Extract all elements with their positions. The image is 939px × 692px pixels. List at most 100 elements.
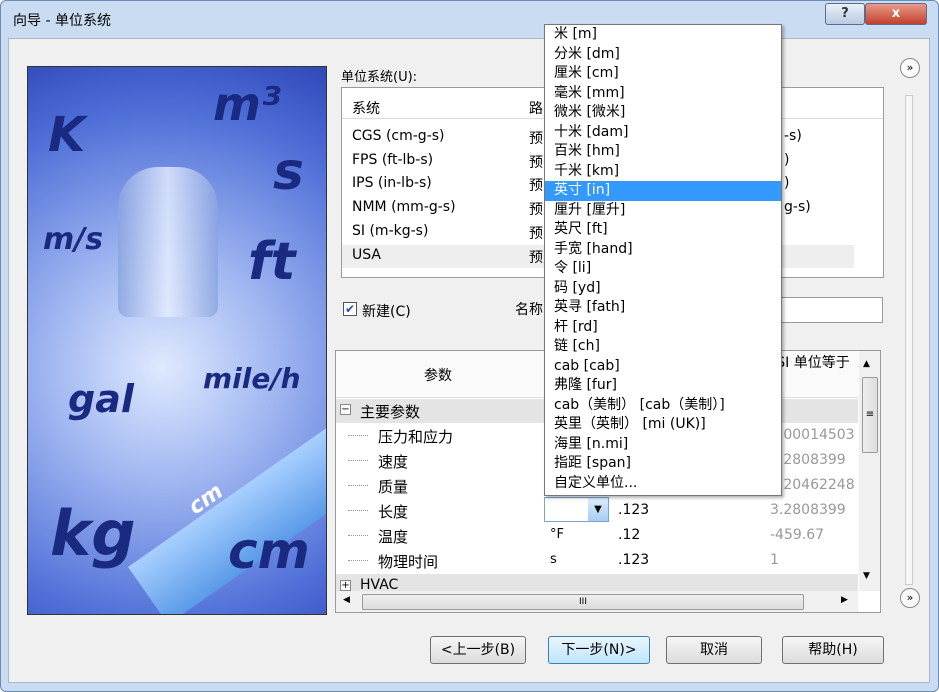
- pic-label: cm: [228, 522, 310, 580]
- pic-label: kg: [50, 497, 136, 570]
- param-name: 压力和应力: [378, 428, 454, 446]
- param-decimals[interactable]: .123: [618, 552, 649, 568]
- unit-dropdown-list[interactable]: 米 [m] 分米 [dm] 厘米 [cm] 毫米 [mm] 微米 [微米] 十米 [dam…: [544, 24, 782, 496]
- system-desc: -s): [784, 128, 802, 144]
- ruler-shape: [128, 417, 326, 614]
- dropdown-option[interactable]: 米 [m]: [545, 25, 781, 45]
- dropdown-option[interactable]: 令 [li]: [545, 259, 781, 279]
- pic-label: ft: [248, 232, 296, 292]
- param-name: 长度: [378, 503, 409, 521]
- param-si-value: -459.67: [770, 527, 825, 543]
- param-name: 速度: [378, 453, 409, 471]
- system-path: 预: [529, 178, 543, 195]
- pic-label: m/s: [43, 222, 104, 257]
- new-checkbox[interactable]: ✔: [343, 302, 357, 316]
- dropdown-option[interactable]: 弗隆 [fur]: [545, 376, 781, 396]
- system-desc: ): [784, 175, 790, 192]
- help-button[interactable]: 帮助(H): [782, 636, 884, 664]
- scroll-left-icon[interactable]: ◀: [343, 595, 350, 605]
- expand-panel-icon[interactable]: »: [900, 588, 920, 608]
- back-button[interactable]: <上一步(B): [430, 636, 526, 664]
- close-icon[interactable]: x: [865, 3, 927, 25]
- dropdown-option[interactable]: 分米 [dm]: [545, 45, 781, 65]
- dropdown-option[interactable]: 厘升 [厘升]: [545, 201, 781, 221]
- dropdown-option[interactable]: 百米 [hm]: [545, 142, 781, 162]
- name-label: 名称: [515, 302, 543, 318]
- pic-label: gal: [68, 377, 134, 421]
- dropdown-option[interactable]: 英寸 [in]: [545, 181, 781, 201]
- system-path: 预: [529, 225, 543, 242]
- tree-line: [348, 485, 368, 486]
- dropdown-option[interactable]: 英寻 [fath]: [545, 298, 781, 318]
- dropdown-option[interactable]: cab（美制） [cab（美制）]: [545, 396, 781, 416]
- scroll-down-icon[interactable]: ▼: [863, 571, 870, 581]
- scroll-thumb[interactable]: ≡: [862, 377, 878, 453]
- param-decimals[interactable]: .12: [618, 527, 640, 543]
- pic-label: K: [48, 107, 86, 163]
- unit-combobox[interactable]: ▼: [544, 497, 609, 522]
- expand-panel-icon[interactable]: »: [900, 58, 920, 78]
- dropdown-option[interactable]: 千米 [km]: [545, 162, 781, 182]
- system-path: 预: [529, 131, 543, 147]
- dropdown-option[interactable]: 十米 [dam]: [545, 123, 781, 143]
- dropdown-option[interactable]: 指距 [span]: [545, 454, 781, 474]
- column-header-system[interactable]: 系统: [352, 98, 380, 118]
- dropdown-option[interactable]: 手宽 [hand]: [545, 240, 781, 260]
- param-unit[interactable]: °F: [550, 527, 564, 542]
- dropdown-option[interactable]: 海里 [n.mi]: [545, 435, 781, 455]
- column-header-path[interactable]: 路: [529, 98, 543, 118]
- dropdown-option[interactable]: 英尺 [ft]: [545, 220, 781, 240]
- new-checkbox-label: 新建(C): [362, 304, 411, 320]
- dropdown-option[interactable]: 码 [yd]: [545, 279, 781, 299]
- param-name: 质量: [378, 478, 409, 496]
- param-unit[interactable]: s: [550, 552, 557, 567]
- window-title: 向导 - 单位系统: [13, 13, 111, 29]
- tree-line: [348, 560, 368, 561]
- system-desc: g-s): [784, 199, 811, 216]
- system-desc: ): [784, 151, 790, 168]
- tree-line: [348, 535, 368, 536]
- column-header-param: 参数: [424, 368, 452, 384]
- dropdown-option[interactable]: 杆 [rd]: [545, 318, 781, 338]
- system-name: SI (m-kg-s): [352, 222, 429, 239]
- system-name: FPS (ft-lb-s): [352, 151, 434, 168]
- expand-icon[interactable]: +: [340, 580, 351, 591]
- system-path: 预: [529, 202, 543, 219]
- help-icon[interactable]: ?: [825, 3, 865, 25]
- param-si-value: 3.2808399: [770, 502, 846, 518]
- dropdown-option[interactable]: 链 [ch]: [545, 337, 781, 357]
- system-name: NMM (mm-g-s): [352, 199, 456, 216]
- dropdown-option[interactable]: 毫米 [mm]: [545, 84, 781, 104]
- param-decimals[interactable]: .123: [618, 502, 649, 518]
- scroll-up-icon[interactable]: ▲: [863, 359, 870, 369]
- system-name: IPS (in-lb-s): [352, 175, 432, 192]
- param-si-value: 2.20462248: [770, 477, 855, 493]
- table-row[interactable]: 物理时间 s .123 1: [336, 548, 858, 573]
- weight-shape: [118, 167, 218, 317]
- scroll-right-icon[interactable]: ▶: [841, 595, 848, 605]
- param-si-value: 1: [770, 552, 779, 568]
- tree-line: [348, 435, 368, 436]
- tree-line: [348, 460, 368, 461]
- param-name: 温度: [378, 528, 409, 546]
- system-name: CGS (cm-g-s): [352, 128, 445, 144]
- collapse-icon[interactable]: −: [340, 404, 351, 415]
- horizontal-scrollbar[interactable]: ◀ III ▶: [336, 591, 858, 612]
- hscroll-thumb[interactable]: III: [362, 594, 804, 610]
- pic-label: mile/h: [203, 362, 301, 395]
- dropdown-option[interactable]: 英里（英制） [mi (UK)]: [545, 415, 781, 435]
- system-name: USA: [352, 246, 381, 263]
- group-label: 主要参数: [360, 403, 421, 421]
- side-splitter[interactable]: [905, 95, 913, 585]
- chevron-down-icon[interactable]: ▼: [588, 498, 608, 521]
- param-si-value: 0.00014503: [770, 427, 855, 443]
- next-button[interactable]: 下一步(N)>: [548, 636, 650, 664]
- table-row[interactable]: 温度 °F .12 -459.67: [336, 523, 858, 548]
- dropdown-option[interactable]: 厘米 [cm]: [545, 64, 781, 84]
- tree-line: [348, 510, 368, 511]
- dropdown-option[interactable]: cab [cab]: [545, 357, 781, 377]
- cancel-button[interactable]: 取消: [666, 636, 762, 664]
- dropdown-option[interactable]: 自定义单位...: [545, 474, 781, 494]
- dropdown-option[interactable]: 微米 [微米]: [545, 103, 781, 123]
- vertical-scrollbar[interactable]: ▲ ≡ ▼: [859, 351, 880, 591]
